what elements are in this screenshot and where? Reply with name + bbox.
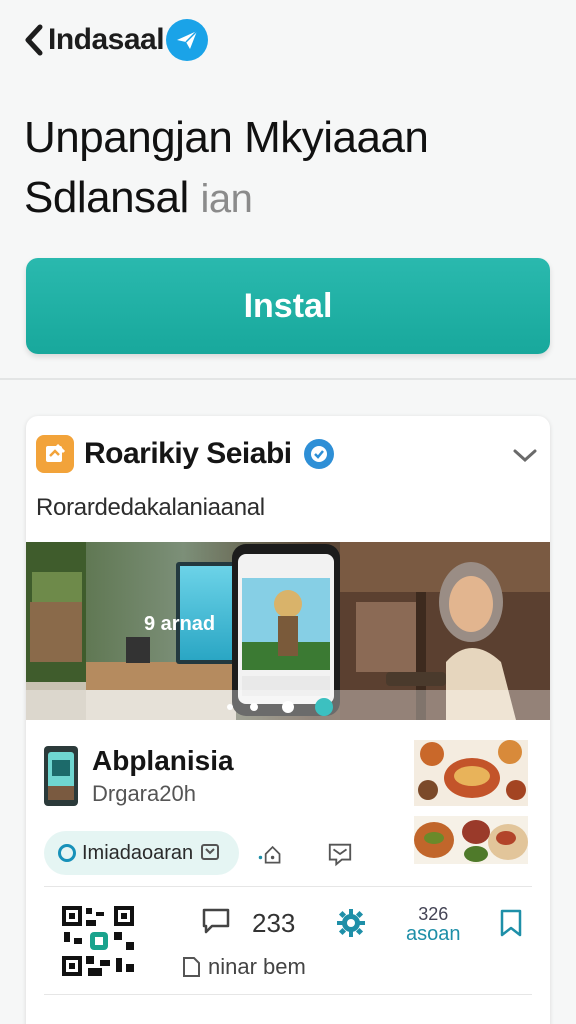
qr-code-icon[interactable] xyxy=(56,902,140,982)
row-divider-2 xyxy=(44,994,532,995)
app-title: Abplanisia xyxy=(92,745,234,776)
install-button[interactable]: Instal xyxy=(26,258,550,354)
gear-icon[interactable] xyxy=(336,908,366,938)
next-post-preview[interactable] xyxy=(44,1012,532,1024)
paper-plane-icon xyxy=(166,19,209,61)
save-count-block: 326 asoan xyxy=(406,904,461,944)
app-name: Indasaal xyxy=(48,23,165,56)
chevron-down-icon[interactable] xyxy=(510,440,540,470)
chip-label: Imiadaoaran xyxy=(82,841,194,864)
page-headline: Unpangjan Mkyiaaan Sdlansal ian xyxy=(24,108,554,229)
food-photo-grid[interactable] xyxy=(412,738,530,866)
top-bar: Indasaal xyxy=(0,0,576,80)
location-chip[interactable]: Imiadaoaran xyxy=(44,831,240,875)
card-header: Roarikiy Seiabi xyxy=(36,434,540,474)
headline-line-1: Unpangjan Mkyiaaan xyxy=(24,113,429,162)
note-icon xyxy=(36,435,74,473)
chevron-left-icon[interactable] xyxy=(22,23,46,57)
app-info-row[interactable]: Abplanisia Drgara20h xyxy=(44,744,404,808)
comment-count: 233 xyxy=(252,908,296,938)
document-icon xyxy=(183,957,200,977)
section-divider xyxy=(0,378,576,380)
headline-line-2: Sdlansal ian xyxy=(24,168,554,229)
hero-image[interactable]: 9 arnad xyxy=(26,542,550,720)
post-card: Roarikiy Seiabi Rorardedakalaniaanal 9 a… xyxy=(26,416,550,1024)
headline-line-2-text: Sdlansal xyxy=(24,173,189,222)
action-row: Imiadaoaran xyxy=(44,830,384,876)
row-divider xyxy=(44,886,532,887)
message-icon[interactable] xyxy=(327,840,353,867)
bookmark-icon[interactable] xyxy=(498,908,524,938)
brand-title[interactable]: Roarikiy Seiabi xyxy=(84,437,292,471)
app-meta: Drgara20h xyxy=(92,781,196,806)
verified-check-icon xyxy=(302,437,336,471)
headline-line-2-faded: ian xyxy=(200,177,253,221)
save-label: asoan xyxy=(406,923,461,945)
hero-screen-text: 9 arnad xyxy=(144,613,215,635)
calendar-icon xyxy=(199,840,225,866)
stats-row: 233 ninar bem 326 asoan xyxy=(56,902,536,988)
location-dot-icon xyxy=(58,844,76,862)
note-action[interactable]: ninar bem xyxy=(180,954,306,980)
card-subtitle: Rorardedakalaniaanal xyxy=(36,494,265,521)
comment-icon[interactable] xyxy=(200,906,232,936)
share-home-icon[interactable] xyxy=(257,840,283,866)
app-thumbnail xyxy=(44,746,78,806)
save-count: 326 xyxy=(418,904,449,924)
note-action-label: ninar bem xyxy=(208,954,306,979)
